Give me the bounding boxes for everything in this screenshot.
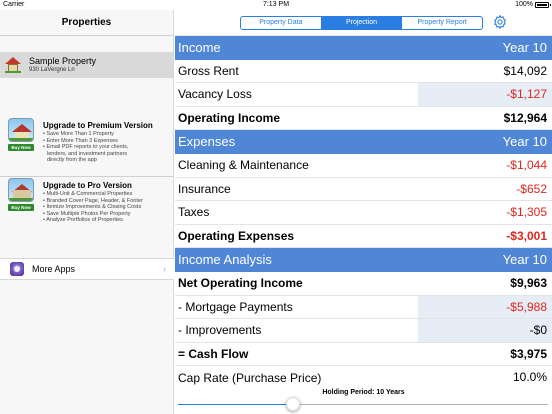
more-apps-label: More Apps <box>32 264 76 274</box>
section-title: Income Analysis <box>178 252 272 268</box>
row-label: Net Operating Income <box>178 276 303 291</box>
promo-bullet: • Analyze Portfolios of Properties <box>43 217 123 223</box>
row-label: Operating Expenses <box>178 229 295 244</box>
section-year: Year 10 <box>502 252 547 268</box>
section-header: Income Year 10 <box>175 36 552 60</box>
more-apps-icon <box>10 262 24 276</box>
row-value[interactable]: $3,975 <box>418 343 552 366</box>
house-icon <box>5 57 21 73</box>
table-row[interactable]: Operating Income $12,964 <box>175 107 552 131</box>
row-label: Vacancy Loss <box>178 87 252 102</box>
table-row[interactable]: - Mortgage Payments -$5,988 <box>175 295 552 320</box>
sidebar: Properties Sample Property 930 LaVergne … <box>0 10 174 414</box>
status-bar: Carrier 7:13 PM 100% <box>0 0 552 10</box>
pro-upgrade-promo[interactable]: Buy Now Upgrade to Pro Version • Multi-U… <box>0 178 174 224</box>
tab-property-data[interactable]: Property Data <box>241 17 321 29</box>
holding-period-label: Holding Period: 10 Years <box>322 389 405 396</box>
row-label: Insurance <box>178 181 231 196</box>
section-year: Year 10 <box>502 39 547 55</box>
battery-indicator: 100% <box>515 0 551 10</box>
buy-pro-button[interactable]: Buy Now <box>8 204 34 211</box>
tab-property-report[interactable]: Property Report <box>401 17 482 29</box>
main-panel: Property Data Projection Property Report… <box>175 10 552 414</box>
pro-promo-bullets: • Multi-Unit & Commercial Properties • B… <box>43 191 173 224</box>
clock: 7:13 PM <box>262 1 290 8</box>
row-value[interactable]: -$3,001 <box>418 225 552 248</box>
table-row[interactable]: Vacancy Loss -$1,127 <box>175 83 552 107</box>
battery-icon <box>535 2 551 8</box>
battery-percent: 100% <box>515 1 533 8</box>
premium-promo-bullets: • Save More Than 1 Property • Enter More… <box>43 131 173 164</box>
premium-upgrade-promo[interactable]: Buy Now Upgrade to Premium Version • Sav… <box>0 118 174 164</box>
row-value[interactable]: -$1,044 <box>418 154 552 177</box>
row-label: - Improvements <box>178 323 262 338</box>
row-label: Cap Rate (Purchase Price) <box>178 370 322 385</box>
holding-period-slider-thumb[interactable] <box>285 397 300 411</box>
pro-app-icon <box>8 178 34 202</box>
table-row[interactable]: - Improvements -$0 <box>175 319 552 343</box>
table-row[interactable]: Gross Rent $14,092 <box>175 60 552 84</box>
promo-bullet: directly from the app <box>47 157 97 163</box>
tab-projection[interactable]: Projection <box>320 17 402 29</box>
row-label: Gross Rent <box>178 63 239 78</box>
section-title: Income <box>178 39 221 55</box>
section-year: Year 10 <box>502 134 547 150</box>
row-label: Taxes <box>178 205 210 220</box>
view-segmented-control[interactable]: Property Data Projection Property Report <box>240 16 483 30</box>
chevron-right-icon: › <box>163 264 166 274</box>
row-label: Cleaning & Maintenance <box>178 158 309 173</box>
premium-app-icon <box>8 118 34 142</box>
row-value[interactable]: $14,092 <box>418 60 552 83</box>
section-header: Expenses Year 10 <box>175 130 552 154</box>
buy-premium-button[interactable]: Buy Now <box>8 144 34 151</box>
row-value[interactable]: -$1,305 <box>418 201 552 224</box>
table-row[interactable]: = Cash Flow $3,975 <box>175 343 552 367</box>
more-apps-button[interactable]: More Apps › <box>0 258 174 280</box>
row-label: - Mortgage Payments <box>178 299 293 314</box>
property-address: 930 LaVergne Ln <box>29 67 75 73</box>
projection-table: Income Year 10 Gross Rent $14,092 Vacancy Lo… <box>175 36 552 390</box>
row-value[interactable]: $12,964 <box>418 107 552 130</box>
row-value[interactable]: -$5,988 <box>418 295 552 319</box>
row-label: Operating Income <box>178 111 281 126</box>
section-title: Expenses <box>178 134 236 150</box>
property-list-item[interactable]: Sample Property 930 LaVergne Ln <box>0 52 174 78</box>
premium-promo-title: Upgrade to Premium Version <box>43 121 153 130</box>
divider <box>0 176 174 177</box>
table-row[interactable]: Taxes -$1,305 <box>175 201 552 225</box>
holding-period-control: Holding Period: 10 Years <box>175 386 552 414</box>
sidebar-title: Properties <box>0 10 173 36</box>
slider-fill <box>178 404 293 405</box>
table-row[interactable]: Cleaning & Maintenance -$1,044 <box>175 154 552 178</box>
table-row[interactable]: Insurance -$652 <box>175 178 552 202</box>
navigation-bar: Property Data Projection Property Report <box>175 10 552 36</box>
table-row[interactable]: Net Operating Income $9,963 <box>175 272 552 296</box>
gear-icon[interactable] <box>492 14 508 30</box>
row-value[interactable]: -$0 <box>418 319 552 342</box>
table-row[interactable]: Operating Expenses -$3,001 <box>175 225 552 249</box>
row-value[interactable]: -$652 <box>418 178 552 201</box>
property-name: Sample Property <box>29 56 97 66</box>
row-label: = Cash Flow <box>178 347 249 362</box>
section-header: Income Analysis Year 10 <box>175 248 552 272</box>
row-value[interactable]: $9,963 <box>418 272 552 295</box>
pro-promo-title: Upgrade to Pro Version <box>43 181 132 190</box>
row-value[interactable]: -$1,127 <box>418 83 552 106</box>
